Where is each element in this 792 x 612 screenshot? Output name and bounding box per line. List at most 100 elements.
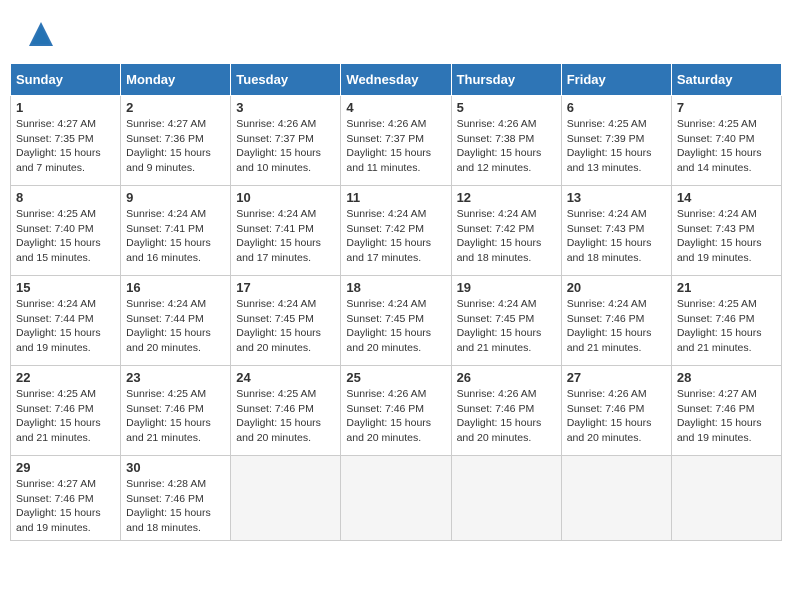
table-row: 1 Sunrise: 4:27 AM Sunset: 7:35 PM Daylig… bbox=[11, 96, 121, 186]
logo bbox=[25, 20, 55, 53]
header-row: SundayMondayTuesdayWednesdayThursdayFrid… bbox=[11, 64, 782, 96]
table-row: 21 Sunrise: 4:25 AM Sunset: 7:46 PM Dayli… bbox=[671, 276, 781, 366]
day-header-wednesday: Wednesday bbox=[341, 64, 451, 96]
table-row bbox=[231, 456, 341, 541]
day-number: 1 bbox=[16, 100, 115, 115]
table-row: 23 Sunrise: 4:25 AM Sunset: 7:46 PM Dayli… bbox=[121, 366, 231, 456]
day-number: 11 bbox=[346, 190, 445, 205]
day-info: Sunrise: 4:25 AM Sunset: 7:46 PM Dayligh… bbox=[16, 387, 115, 446]
table-row: 24 Sunrise: 4:25 AM Sunset: 7:46 PM Dayli… bbox=[231, 366, 341, 456]
day-header-thursday: Thursday bbox=[451, 64, 561, 96]
day-info: Sunrise: 4:26 AM Sunset: 7:37 PM Dayligh… bbox=[236, 117, 335, 176]
day-number: 20 bbox=[567, 280, 666, 295]
day-number: 16 bbox=[126, 280, 225, 295]
day-header-tuesday: Tuesday bbox=[231, 64, 341, 96]
day-info: Sunrise: 4:24 AM Sunset: 7:42 PM Dayligh… bbox=[346, 207, 445, 266]
table-row: 22 Sunrise: 4:25 AM Sunset: 7:46 PM Dayli… bbox=[11, 366, 121, 456]
table-row: 19 Sunrise: 4:24 AM Sunset: 7:45 PM Dayli… bbox=[451, 276, 561, 366]
day-number: 29 bbox=[16, 460, 115, 475]
day-info: Sunrise: 4:25 AM Sunset: 7:39 PM Dayligh… bbox=[567, 117, 666, 176]
day-info: Sunrise: 4:26 AM Sunset: 7:37 PM Dayligh… bbox=[346, 117, 445, 176]
day-number: 14 bbox=[677, 190, 776, 205]
table-row: 25 Sunrise: 4:26 AM Sunset: 7:46 PM Dayli… bbox=[341, 366, 451, 456]
day-info: Sunrise: 4:25 AM Sunset: 7:40 PM Dayligh… bbox=[16, 207, 115, 266]
day-number: 15 bbox=[16, 280, 115, 295]
day-number: 2 bbox=[126, 100, 225, 115]
day-info: Sunrise: 4:25 AM Sunset: 7:46 PM Dayligh… bbox=[236, 387, 335, 446]
table-row bbox=[451, 456, 561, 541]
table-row: 29 Sunrise: 4:27 AM Sunset: 7:46 PM Dayli… bbox=[11, 456, 121, 541]
day-info: Sunrise: 4:24 AM Sunset: 7:41 PM Dayligh… bbox=[126, 207, 225, 266]
day-number: 18 bbox=[346, 280, 445, 295]
day-info: Sunrise: 4:27 AM Sunset: 7:35 PM Dayligh… bbox=[16, 117, 115, 176]
table-row: 18 Sunrise: 4:24 AM Sunset: 7:45 PM Dayli… bbox=[341, 276, 451, 366]
day-info: Sunrise: 4:27 AM Sunset: 7:46 PM Dayligh… bbox=[677, 387, 776, 446]
day-number: 8 bbox=[16, 190, 115, 205]
day-info: Sunrise: 4:25 AM Sunset: 7:40 PM Dayligh… bbox=[677, 117, 776, 176]
day-info: Sunrise: 4:24 AM Sunset: 7:41 PM Dayligh… bbox=[236, 207, 335, 266]
table-row: 9 Sunrise: 4:24 AM Sunset: 7:41 PM Daylig… bbox=[121, 186, 231, 276]
day-number: 26 bbox=[457, 370, 556, 385]
day-info: Sunrise: 4:24 AM Sunset: 7:43 PM Dayligh… bbox=[677, 207, 776, 266]
table-row: 16 Sunrise: 4:24 AM Sunset: 7:44 PM Dayli… bbox=[121, 276, 231, 366]
table-row: 3Sunrise: 4:26 AM Sunset: 7:37 PM Daylig… bbox=[231, 96, 341, 186]
table-row: 12 Sunrise: 4:24 AM Sunset: 7:42 PM Dayli… bbox=[451, 186, 561, 276]
day-number: 25 bbox=[346, 370, 445, 385]
day-info: Sunrise: 4:26 AM Sunset: 7:46 PM Dayligh… bbox=[346, 387, 445, 446]
day-info: Sunrise: 4:26 AM Sunset: 7:46 PM Dayligh… bbox=[567, 387, 666, 446]
table-row: 26 Sunrise: 4:26 AM Sunset: 7:46 PM Dayli… bbox=[451, 366, 561, 456]
day-number: 27 bbox=[567, 370, 666, 385]
day-number: 7 bbox=[677, 100, 776, 115]
day-number: 10 bbox=[236, 190, 335, 205]
day-number: 23 bbox=[126, 370, 225, 385]
day-number: 5 bbox=[457, 100, 556, 115]
table-row: 28 Sunrise: 4:27 AM Sunset: 7:46 PM Dayli… bbox=[671, 366, 781, 456]
table-row: 13Sunrise: 4:24 AM Sunset: 7:43 PM Dayli… bbox=[561, 186, 671, 276]
table-row bbox=[561, 456, 671, 541]
day-number: 19 bbox=[457, 280, 556, 295]
day-info: Sunrise: 4:24 AM Sunset: 7:42 PM Dayligh… bbox=[457, 207, 556, 266]
day-number: 17 bbox=[236, 280, 335, 295]
day-header-monday: Monday bbox=[121, 64, 231, 96]
day-info: Sunrise: 4:24 AM Sunset: 7:45 PM Dayligh… bbox=[236, 297, 335, 356]
table-row: 14 Sunrise: 4:24 AM Sunset: 7:43 PM Dayli… bbox=[671, 186, 781, 276]
header bbox=[10, 10, 782, 58]
logo-icon bbox=[27, 20, 55, 48]
day-number: 28 bbox=[677, 370, 776, 385]
day-header-saturday: Saturday bbox=[671, 64, 781, 96]
table-row: 8 Sunrise: 4:25 AM Sunset: 7:40 PM Daylig… bbox=[11, 186, 121, 276]
day-info: Sunrise: 4:24 AM Sunset: 7:46 PM Dayligh… bbox=[567, 297, 666, 356]
day-header-friday: Friday bbox=[561, 64, 671, 96]
day-number: 30 bbox=[126, 460, 225, 475]
day-info: Sunrise: 4:24 AM Sunset: 7:45 PM Dayligh… bbox=[346, 297, 445, 356]
day-number: 22 bbox=[16, 370, 115, 385]
table-row: 10 Sunrise: 4:24 AM Sunset: 7:41 PM Dayli… bbox=[231, 186, 341, 276]
table-row: 20 Sunrise: 4:24 AM Sunset: 7:46 PM Dayli… bbox=[561, 276, 671, 366]
day-number: 13 bbox=[567, 190, 666, 205]
table-row: 5 Sunrise: 4:26 AM Sunset: 7:38 PM Daylig… bbox=[451, 96, 561, 186]
day-info: Sunrise: 4:24 AM Sunset: 7:44 PM Dayligh… bbox=[126, 297, 225, 356]
day-number: 6 bbox=[567, 100, 666, 115]
day-info: Sunrise: 4:24 AM Sunset: 7:45 PM Dayligh… bbox=[457, 297, 556, 356]
calendar-table: SundayMondayTuesdayWednesdayThursdayFrid… bbox=[10, 63, 782, 541]
day-number: 9 bbox=[126, 190, 225, 205]
day-number: 24 bbox=[236, 370, 335, 385]
day-info: Sunrise: 4:27 AM Sunset: 7:46 PM Dayligh… bbox=[16, 477, 115, 536]
day-header-sunday: Sunday bbox=[11, 64, 121, 96]
day-number: 4 bbox=[346, 100, 445, 115]
day-info: Sunrise: 4:25 AM Sunset: 7:46 PM Dayligh… bbox=[677, 297, 776, 356]
table-row: 11 Sunrise: 4:24 AM Sunset: 7:42 PM Dayli… bbox=[341, 186, 451, 276]
table-row bbox=[341, 456, 451, 541]
table-row: 27 Sunrise: 4:26 AM Sunset: 7:46 PM Dayli… bbox=[561, 366, 671, 456]
day-number: 12 bbox=[457, 190, 556, 205]
day-info: Sunrise: 4:25 AM Sunset: 7:46 PM Dayligh… bbox=[126, 387, 225, 446]
day-info: Sunrise: 4:28 AM Sunset: 7:46 PM Dayligh… bbox=[126, 477, 225, 536]
day-info: Sunrise: 4:26 AM Sunset: 7:46 PM Dayligh… bbox=[457, 387, 556, 446]
day-number: 21 bbox=[677, 280, 776, 295]
day-info: Sunrise: 4:27 AM Sunset: 7:36 PM Dayligh… bbox=[126, 117, 225, 176]
table-row: 2 Sunrise: 4:27 AM Sunset: 7:36 PM Daylig… bbox=[121, 96, 231, 186]
table-row: 15Sunrise: 4:24 AM Sunset: 7:44 PM Dayli… bbox=[11, 276, 121, 366]
table-row: 30 Sunrise: 4:28 AM Sunset: 7:46 PM Dayli… bbox=[121, 456, 231, 541]
day-info: Sunrise: 4:26 AM Sunset: 7:38 PM Dayligh… bbox=[457, 117, 556, 176]
table-row: 6 Sunrise: 4:25 AM Sunset: 7:39 PM Daylig… bbox=[561, 96, 671, 186]
